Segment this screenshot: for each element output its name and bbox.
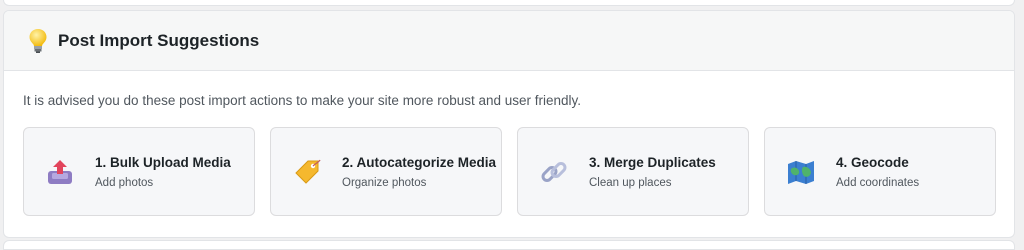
card-subtitle: Add coordinates <box>836 177 920 189</box>
suggestion-cards: 1. Bulk Upload Media Add photos 2. Autoc… <box>23 127 1014 216</box>
upload-tray-icon <box>45 157 75 187</box>
previous-panel-edge <box>3 0 1015 6</box>
geocode-card[interactable]: 4. Geocode Add coordinates <box>764 127 996 216</box>
panel-title: Post Import Suggestions <box>58 30 260 50</box>
panel-description: It is advised you do these post import a… <box>23 93 582 108</box>
card-subtitle: Clean up places <box>589 177 672 189</box>
post-import-suggestions-panel: Post Import Suggestions It is advised yo… <box>3 10 1015 238</box>
autocategorize-media-card[interactable]: 2. Autocategorize Media Organize photos <box>270 127 502 216</box>
next-panel-edge <box>3 240 1015 250</box>
lightbulb-icon <box>28 28 48 54</box>
card-title: 1. Bulk Upload Media <box>95 155 231 170</box>
tag-icon <box>292 157 322 187</box>
map-icon <box>786 157 816 187</box>
panel-body: It is advised you do these post import a… <box>4 71 1014 216</box>
bulk-upload-media-card[interactable]: 1. Bulk Upload Media Add photos <box>23 127 255 216</box>
merge-duplicates-card[interactable]: 3. Merge Duplicates Clean up places <box>517 127 749 216</box>
card-title: 2. Autocategorize Media <box>342 155 497 170</box>
card-title: 4. Geocode <box>836 155 909 170</box>
card-subtitle: Organize photos <box>342 177 427 189</box>
link-icon <box>539 157 569 187</box>
panel-header: Post Import Suggestions <box>4 11 1014 71</box>
card-title: 3. Merge Duplicates <box>589 155 716 170</box>
card-subtitle: Add photos <box>95 177 154 189</box>
